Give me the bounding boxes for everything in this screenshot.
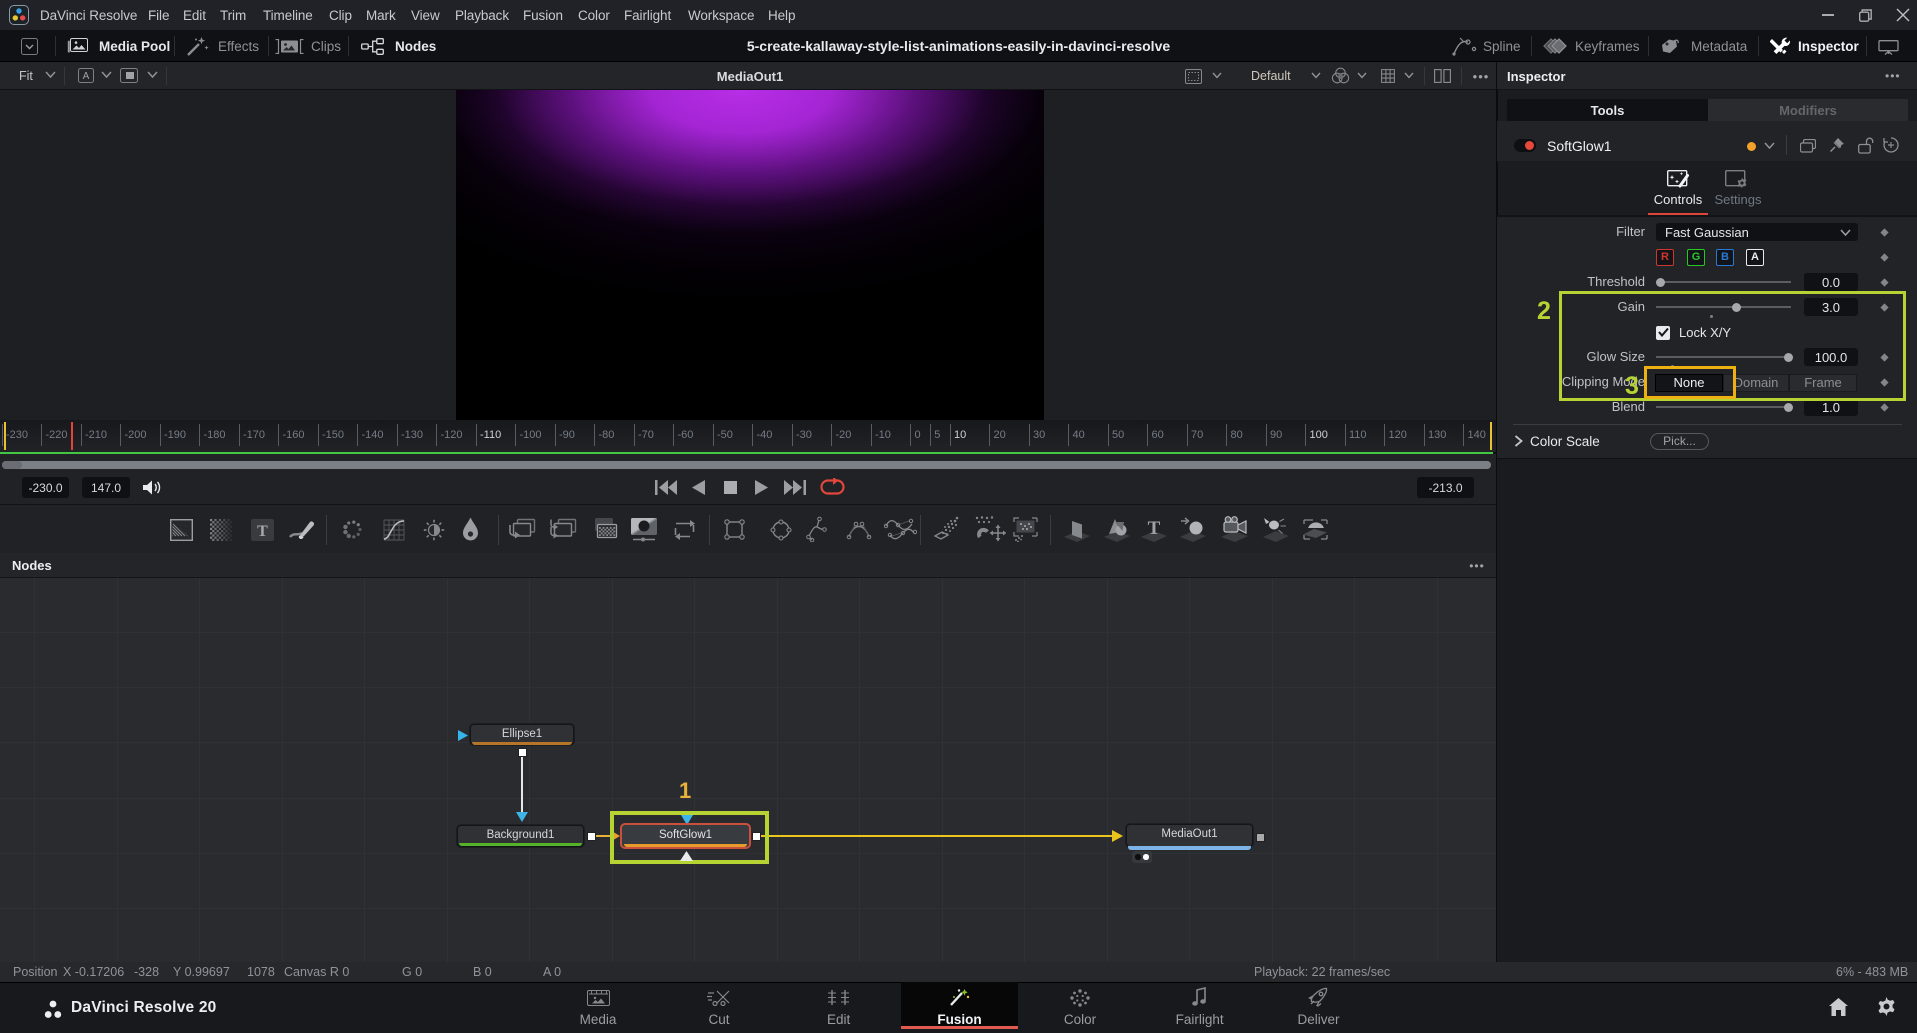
svg-text:T: T	[257, 523, 268, 540]
svg-text:T: T	[1148, 518, 1161, 539]
svg-text:A: A	[83, 71, 90, 82]
